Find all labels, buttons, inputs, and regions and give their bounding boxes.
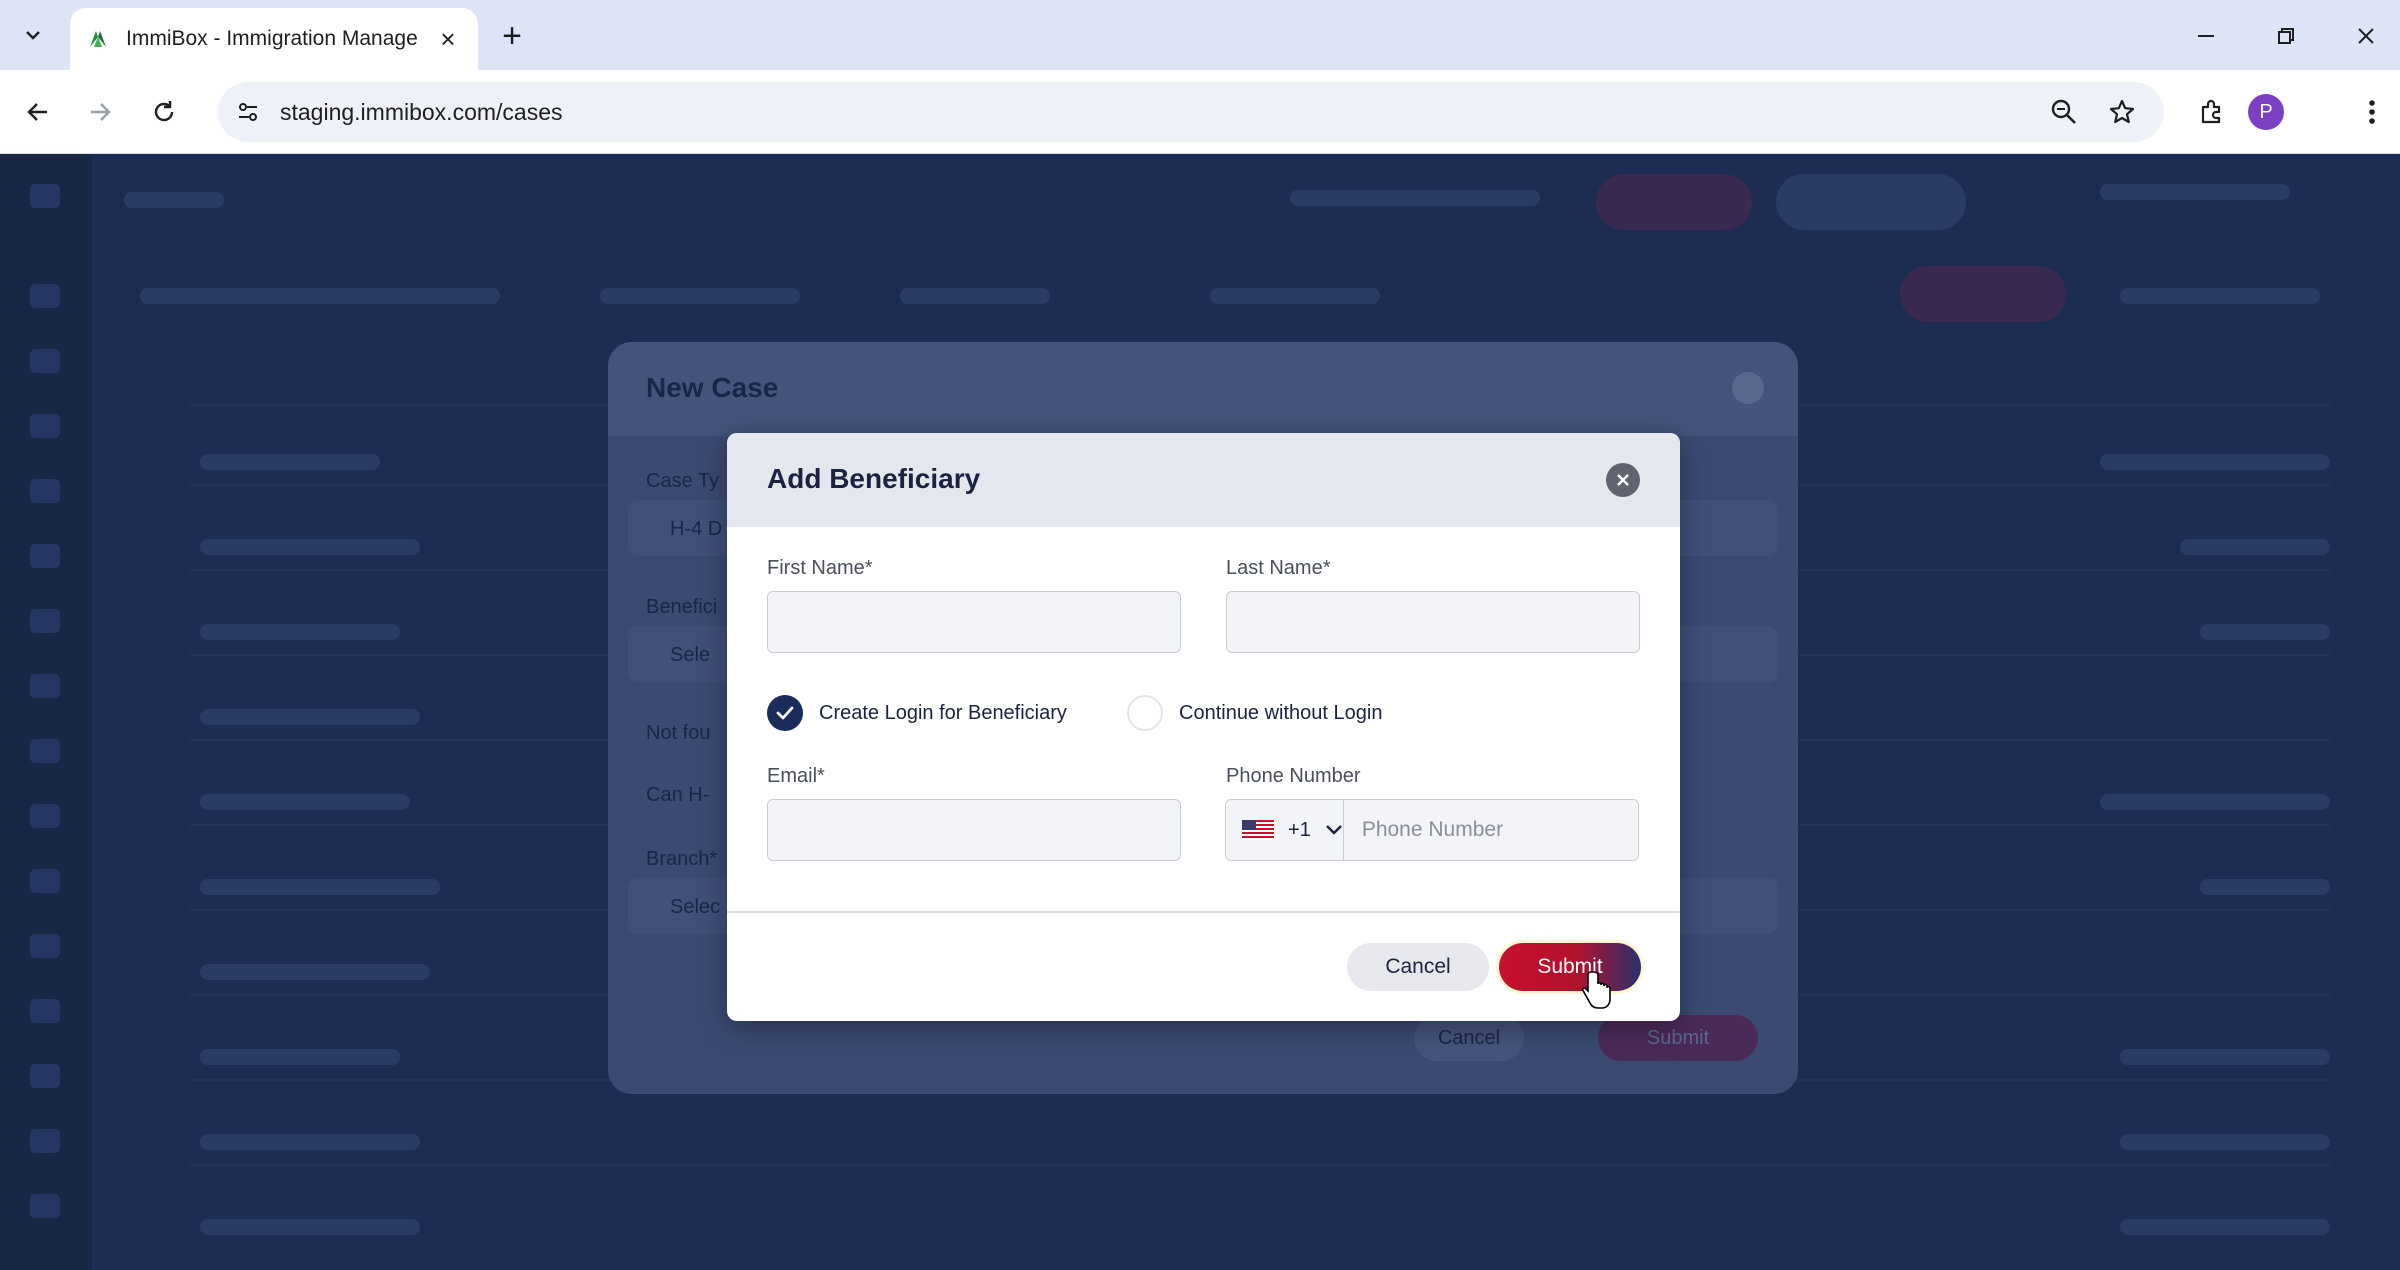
dialog-title: Add Beneficiary (767, 463, 981, 494)
email-input[interactable] (767, 799, 1181, 861)
tab-title: ImmiBox - Immigration Manage (126, 27, 418, 50)
new-case-close-icon (1732, 372, 1764, 404)
back-arrow-icon[interactable] (14, 88, 62, 136)
url-text: staging.immibox.com/cases (280, 98, 563, 125)
chevron-down-icon (1325, 825, 1342, 835)
new-case-title: New Case (646, 372, 779, 403)
not-found-text: Not fou (646, 722, 711, 744)
add-beneficiary-dialog: Add Beneficiary First Name* Last Name* C… (727, 433, 1680, 1021)
branch-label: Branch* (646, 848, 718, 870)
extensions-puzzle-icon[interactable] (2190, 90, 2234, 134)
beneficiary-label: Benefici (646, 596, 718, 618)
browser-tab-active[interactable]: ImmiBox - Immigration Manage × (70, 8, 478, 70)
create-login-label: Create Login for Beneficiary (819, 701, 1067, 724)
tab-search-chevron-icon[interactable] (14, 16, 52, 54)
beneficiary-placeholder: Sele (670, 644, 711, 666)
browser-menu-icon[interactable] (2350, 90, 2394, 134)
first-name-label: First Name* (767, 557, 873, 579)
immibox-favicon-icon (90, 31, 106, 47)
profile-avatar[interactable]: P (2244, 90, 2288, 134)
hand-cursor-icon (1582, 971, 1611, 1009)
last-name-input[interactable] (1226, 591, 1640, 653)
bookmark-star-icon[interactable] (2102, 92, 2142, 132)
submit-button[interactable]: Submit (1499, 943, 1641, 991)
phone-number-field: +1 (1225, 799, 1651, 861)
site-settings-icon[interactable] (228, 92, 268, 132)
new-tab-icon[interactable]: + (492, 16, 532, 56)
email-label: Email* (767, 765, 825, 787)
first-name-input[interactable] (767, 591, 1181, 653)
last-name-label: Last Name* (1226, 557, 1331, 579)
app-sidebar (0, 154, 92, 1270)
new-case-cancel-button: Cancel (1414, 1015, 1524, 1061)
case-type-label: Case Ty (646, 470, 719, 492)
browser-tab-bar: ImmiBox - Immigration Manage × + (0, 0, 2400, 70)
forward-arrow-icon[interactable] (76, 88, 124, 136)
cancel-button[interactable]: Cancel (1347, 943, 1489, 991)
continue-without-login-label: Continue without Login (1179, 701, 1383, 724)
country-code: +1 (1288, 818, 1311, 841)
restore-icon[interactable] (2266, 16, 2306, 56)
us-flag-icon (1242, 820, 1274, 840)
minimize-icon[interactable] (2186, 16, 2226, 56)
tab-close-icon[interactable]: × (434, 24, 462, 54)
branch-placeholder: Selec (670, 896, 721, 918)
country-code-select[interactable]: +1 (1226, 800, 1344, 860)
phone-number-label: Phone Number (1226, 765, 1361, 787)
dialog-close-icon[interactable] (1606, 463, 1640, 497)
reload-icon[interactable] (140, 88, 188, 136)
continue-without-login-option[interactable]: Continue without Login (1127, 695, 1382, 731)
create-login-radio-checked-icon[interactable] (767, 695, 803, 731)
window-close-icon[interactable] (2346, 16, 2386, 56)
address-bar[interactable]: staging.immibox.com/cases (218, 82, 2164, 142)
phone-number-input[interactable] (1343, 800, 1651, 860)
dialog-divider (727, 911, 1680, 913)
case-type-value: H-4 D (670, 518, 723, 540)
browser-toolbar: staging.immibox.com/cases P (0, 70, 2400, 154)
zoom-icon[interactable] (2044, 92, 2084, 132)
new-case-submit-button: Submit (1598, 1015, 1758, 1061)
can-h-label: Can H- (646, 784, 710, 806)
continue-without-login-radio[interactable] (1127, 695, 1163, 731)
create-login-option[interactable]: Create Login for Beneficiary (767, 695, 1067, 731)
